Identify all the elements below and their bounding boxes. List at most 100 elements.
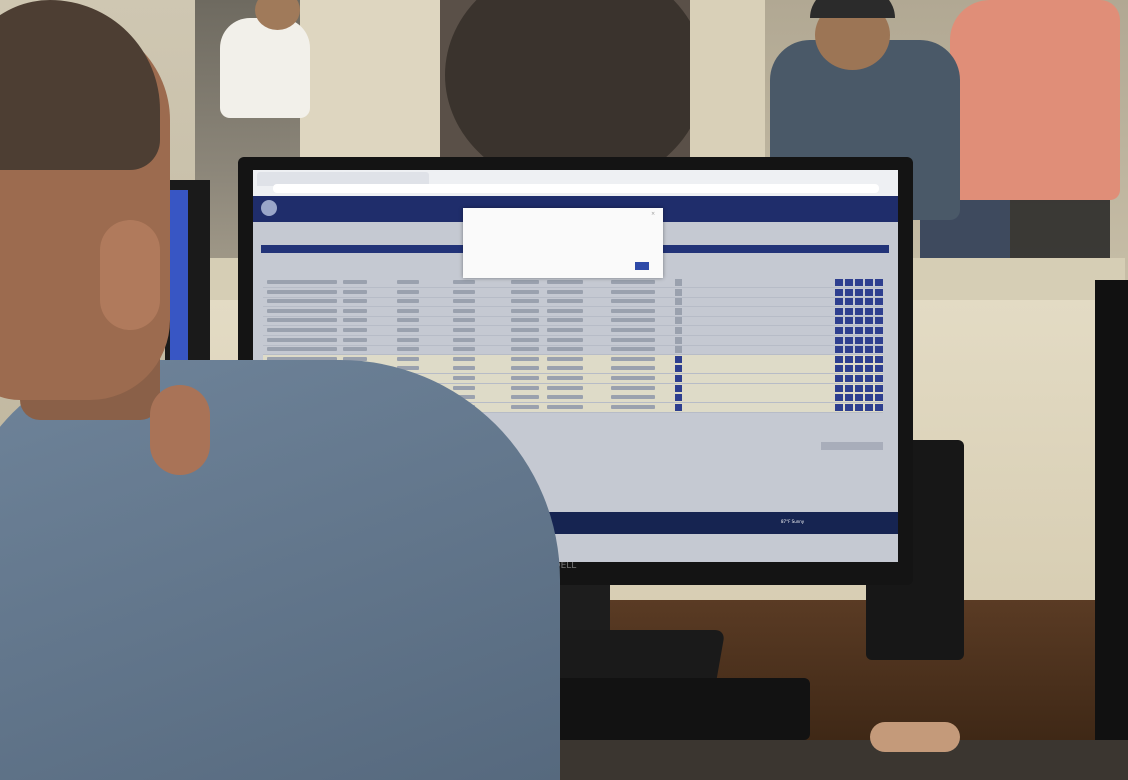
grid-action-button[interactable]: [835, 394, 843, 402]
grid-action-button[interactable]: [835, 317, 843, 325]
grid-action-button[interactable]: [855, 279, 863, 286]
grid-action-button[interactable]: [845, 384, 853, 392]
table-row[interactable]: [263, 297, 883, 308]
grid-action-button[interactable]: [855, 327, 863, 334]
grid-action-button[interactable]: [875, 288, 883, 296]
grid-action-button[interactable]: [845, 365, 853, 373]
grid-action-button[interactable]: [875, 403, 883, 411]
row-action-button[interactable]: [675, 346, 682, 354]
grid-action-button[interactable]: [875, 346, 883, 354]
grid-action-button[interactable]: [835, 288, 843, 296]
grid-action-button[interactable]: [845, 298, 853, 306]
row-action-button[interactable]: [675, 279, 682, 286]
row-action-button[interactable]: [675, 355, 682, 363]
grid-action-button[interactable]: [855, 355, 863, 363]
grid-action-button[interactable]: [855, 288, 863, 296]
grid-action-button[interactable]: [865, 336, 873, 344]
grid-action-button[interactable]: [865, 403, 873, 411]
grid-action-button[interactable]: [875, 375, 883, 382]
table-cell: [267, 280, 337, 284]
grid-action-button[interactable]: [855, 307, 863, 315]
grid-action-button[interactable]: [845, 288, 853, 296]
grid-action-button[interactable]: [855, 346, 863, 354]
grid-action-button[interactable]: [845, 394, 853, 402]
grid-action-button[interactable]: [855, 317, 863, 325]
taskbar-weather[interactable]: 87°F Sunny: [781, 519, 804, 524]
grid-action-button[interactable]: [865, 394, 873, 402]
grid-action-button[interactable]: [835, 346, 843, 354]
row-action-button[interactable]: [675, 403, 682, 411]
grid-action-button[interactable]: [845, 307, 853, 315]
row-action-button[interactable]: [675, 384, 682, 392]
app-logo[interactable]: [261, 200, 277, 216]
grid-action-button[interactable]: [835, 327, 843, 334]
grid-action-button[interactable]: [845, 403, 853, 411]
table-row[interactable]: [263, 345, 883, 356]
grid-action-button[interactable]: [865, 355, 873, 363]
row-action-button[interactable]: [675, 394, 682, 402]
dialog-ok-button[interactable]: [635, 262, 649, 270]
grid-action-button[interactable]: [875, 336, 883, 344]
row-action-button[interactable]: [675, 298, 682, 306]
grid-action-button[interactable]: [845, 327, 853, 334]
row-action-button[interactable]: [675, 336, 682, 344]
grid-action-button[interactable]: [845, 355, 853, 363]
grid-action-button[interactable]: [855, 403, 863, 411]
grid-action-button[interactable]: [835, 307, 843, 315]
grid-action-button[interactable]: [865, 346, 873, 354]
table-footer-button[interactable]: [821, 442, 883, 450]
row-action-button[interactable]: [675, 365, 682, 373]
row-action-button[interactable]: [675, 375, 682, 382]
grid-action-button[interactable]: [865, 288, 873, 296]
grid-action-button[interactable]: [875, 327, 883, 334]
grid-action-button[interactable]: [865, 384, 873, 392]
table-row[interactable]: [263, 326, 883, 336]
row-action-button[interactable]: [675, 327, 682, 334]
row-action-button[interactable]: [675, 317, 682, 325]
address-bar[interactable]: [273, 184, 879, 193]
grid-action-button[interactable]: [835, 403, 843, 411]
grid-action-button[interactable]: [855, 365, 863, 373]
grid-action-button[interactable]: [845, 279, 853, 286]
grid-action-button[interactable]: [855, 336, 863, 344]
grid-action-button[interactable]: [835, 279, 843, 286]
grid-action-button[interactable]: [865, 365, 873, 373]
close-icon[interactable]: ×: [651, 211, 655, 217]
table-row[interactable]: [263, 336, 883, 346]
grid-action-button[interactable]: [835, 355, 843, 363]
grid-action-button[interactable]: [855, 384, 863, 392]
grid-action-button[interactable]: [835, 336, 843, 344]
row-action-button[interactable]: [675, 307, 682, 315]
grid-action-button[interactable]: [875, 279, 883, 286]
grid-action-button[interactable]: [875, 307, 883, 315]
grid-action-button[interactable]: [865, 307, 873, 315]
grid-action-button[interactable]: [845, 375, 853, 382]
browser-chrome: [253, 170, 898, 196]
grid-action-button[interactable]: [875, 365, 883, 373]
grid-action-button[interactable]: [875, 355, 883, 363]
grid-action-button[interactable]: [865, 327, 873, 334]
grid-action-button[interactable]: [855, 298, 863, 306]
grid-action-button[interactable]: [865, 375, 873, 382]
grid-action-button[interactable]: [865, 317, 873, 325]
grid-action-button[interactable]: [835, 384, 843, 392]
grid-action-button[interactable]: [865, 279, 873, 286]
grid-action-button[interactable]: [875, 394, 883, 402]
grid-action-button[interactable]: [865, 298, 873, 306]
grid-action-button[interactable]: [855, 394, 863, 402]
row-action-button[interactable]: [675, 288, 682, 296]
grid-action-button[interactable]: [875, 317, 883, 325]
grid-action-button[interactable]: [875, 384, 883, 392]
grid-action-button[interactable]: [875, 298, 883, 306]
grid-action-button[interactable]: [845, 317, 853, 325]
table-row[interactable]: [263, 316, 883, 327]
grid-action-button[interactable]: [835, 298, 843, 306]
table-row[interactable]: [263, 307, 883, 317]
grid-action-button[interactable]: [855, 375, 863, 382]
grid-action-button[interactable]: [845, 336, 853, 344]
table-row[interactable]: [263, 278, 883, 288]
grid-action-button[interactable]: [835, 365, 843, 373]
grid-action-button[interactable]: [835, 375, 843, 382]
table-row[interactable]: [263, 288, 883, 298]
grid-action-button[interactable]: [845, 346, 853, 354]
